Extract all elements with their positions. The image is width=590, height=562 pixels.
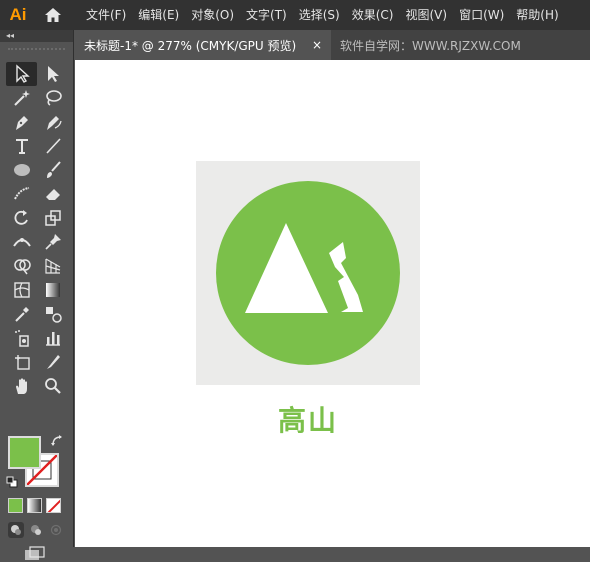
direct-selection-tool[interactable] [37,62,68,86]
document-tab-bar: 未标题-1* @ 277% (CMYK/GPU 预览) × 软件自学网：WWW.… [75,30,590,60]
eyedropper-tool[interactable] [6,302,37,326]
menu-help[interactable]: 帮助(H) [510,0,564,30]
shape-builder-tool[interactable] [6,254,37,278]
gradient-icon [45,283,60,297]
hand-icon [15,378,27,394]
menu-effect[interactable]: 效果(C) [346,0,400,30]
paintbrush-icon [46,161,61,178]
paintbrush-tool[interactable] [37,158,68,182]
rotate-icon [14,210,28,225]
menu-window[interactable]: 窗口(W) [453,0,510,30]
hand-tool[interactable] [6,374,37,398]
magic-wand-icon [13,90,30,106]
draw-normal-icon [11,525,21,535]
magnifier-icon [44,378,61,394]
panel-grip[interactable] [8,48,65,60]
close-tab-icon[interactable]: × [306,38,322,52]
logo-caption[interactable]: 高山 [196,399,420,439]
curvature-pen-icon [46,116,62,130]
shape-builder-icon [13,259,31,275]
magic-wand-tool[interactable] [6,86,37,110]
column-graph-tool[interactable] [37,326,68,350]
draw-inside-icon [50,524,62,536]
document-tab-active[interactable]: 未标题-1* @ 277% (CMYK/GPU 预览) × [75,30,331,60]
home-icon [45,8,61,22]
tools-panel: ◂◂ [0,30,74,560]
ellipse-tool[interactable] [6,158,37,182]
document-tab-label: 软件自学网：WWW.RJZXW.COM [340,38,521,53]
pen-tool[interactable] [6,110,37,134]
lasso-tool[interactable] [37,86,68,110]
shaper-icon [13,187,29,200]
eraser-icon [45,189,60,200]
rotate-tool[interactable] [6,206,37,230]
menu-file[interactable]: 文件(F) [80,0,132,30]
direct-selection-arrow-icon [47,66,59,82]
blend-tool[interactable] [37,302,68,326]
gradient-tool[interactable] [37,278,68,302]
perspective-grid-tool[interactable] [37,254,68,278]
draw-normal-button[interactable] [8,522,24,538]
column-graph-icon [45,332,60,346]
pin-icon [44,234,61,250]
slice-tool[interactable] [37,350,68,374]
ellipse-icon [13,164,30,176]
document-tab-label: 未标题-1* @ 277% (CMYK/GPU 预览) [84,38,297,53]
none-mode-button[interactable] [46,498,61,513]
zoom-tool[interactable] [37,374,68,398]
type-tool[interactable] [6,134,37,158]
none-icon [47,499,60,512]
menu-view[interactable]: 视图(V) [399,0,453,30]
menu-object[interactable]: 对象(O) [185,0,240,30]
mountain-logo-icon[interactable] [196,161,420,385]
selection-arrow-icon [15,64,30,83]
selection-tool[interactable] [6,62,37,86]
draw-behind-button[interactable] [28,522,44,538]
canvas[interactable]: 高山 [75,60,590,547]
puppet-warp-tool[interactable] [37,230,68,254]
menu-edit[interactable]: 编辑(E) [132,0,185,30]
blend-icon [45,307,62,323]
artboard-icon [14,355,30,370]
default-colors-icon[interactable] [6,476,18,488]
type-icon [15,139,28,154]
symbol-sprayer-icon [14,330,29,347]
color-mode-button[interactable] [8,498,23,513]
scale-icon [44,210,61,226]
curvature-tool[interactable] [37,110,68,134]
menu-select[interactable]: 选择(S) [293,0,346,30]
mesh-tool[interactable] [6,278,37,302]
screen-mode-icon[interactable] [24,546,46,562]
shaper-tool[interactable] [6,182,37,206]
pen-icon [15,116,28,130]
home-button[interactable] [36,0,70,30]
logo-background-square[interactable] [196,161,420,385]
draw-inside-button[interactable] [48,522,64,538]
mesh-icon [13,282,30,298]
lasso-icon [45,90,62,106]
perspective-grid-icon [44,258,60,274]
menu-type[interactable]: 文字(T) [240,0,293,30]
symbol-sprayer-tool[interactable] [6,326,37,350]
width-tool[interactable] [6,230,37,254]
document-tab[interactable]: 软件自学网：WWW.RJZXW.COM [331,30,530,60]
line-segment-tool[interactable] [37,134,68,158]
menu-bar: Ai 文件(F) 编辑(E) 对象(O) 文字(T) 选择(S) 效果(C) 视… [0,0,590,30]
collapse-panel-button[interactable]: ◂◂ [0,30,73,42]
width-icon [12,238,31,247]
scale-tool[interactable] [37,206,68,230]
swap-fill-stroke-icon[interactable] [50,434,64,448]
knife-icon [46,355,60,369]
gradient-mode-button[interactable] [27,498,42,513]
eraser-tool[interactable] [37,182,68,206]
artboard-tool[interactable] [6,350,37,374]
fill-swatch[interactable] [8,436,41,469]
draw-behind-icon [31,525,41,535]
app-logo: Ai [9,5,27,24]
eyedropper-icon [14,307,29,322]
line-icon [45,138,61,154]
